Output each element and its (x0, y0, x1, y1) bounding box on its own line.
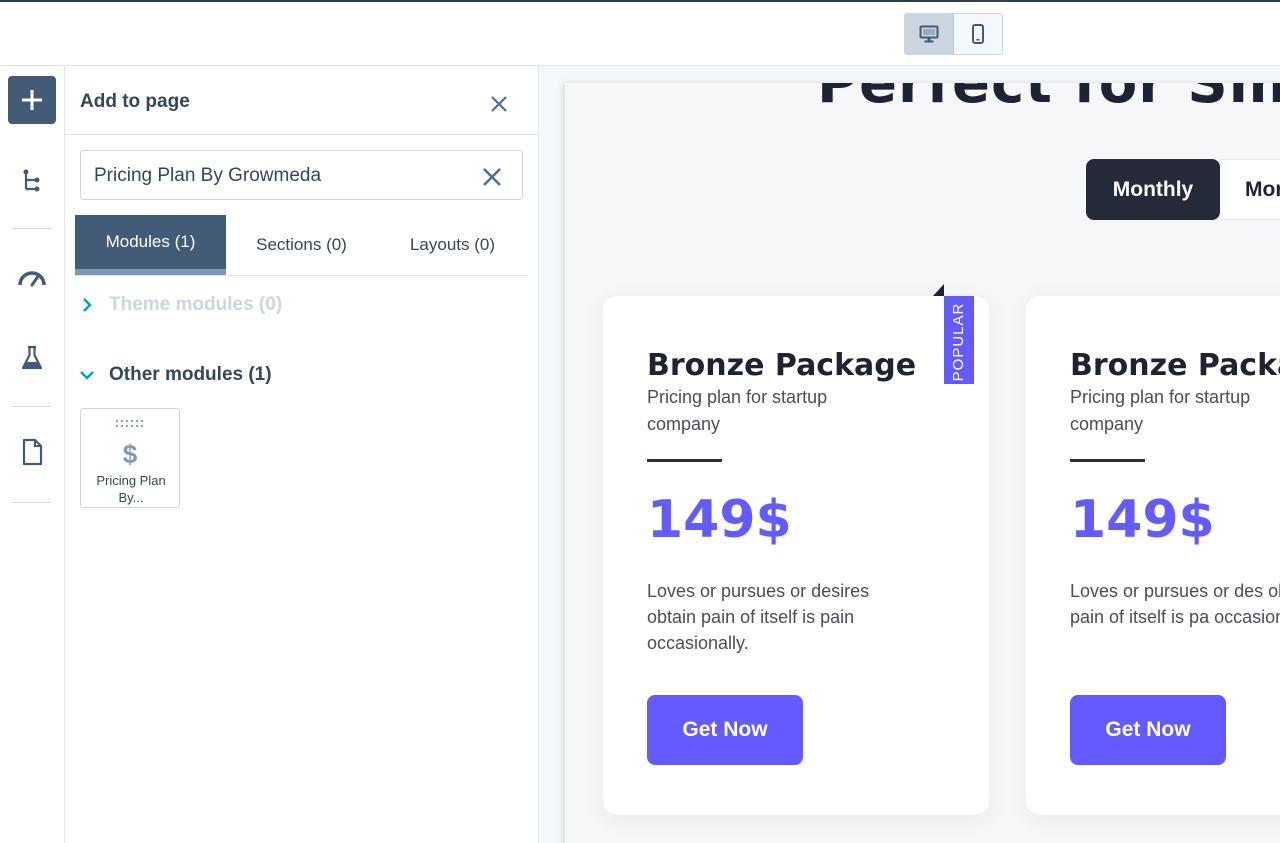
card-subtitle: Pricing plan for startup company (647, 387, 828, 434)
pricing-card: Bronze Packag Pricing plan for startup c… (1026, 296, 1280, 815)
left-rail (0, 66, 65, 843)
panel-header: Add to page (65, 66, 539, 135)
card-divider (647, 459, 722, 462)
add-icon (22, 90, 42, 110)
tab-label: Modules (1) (105, 232, 196, 251)
card-title: Bronze Packag (1070, 348, 1280, 383)
flask-icon (21, 345, 43, 370)
module-card-pricing-plan[interactable]: $ Pricing Plan By... (80, 408, 180, 508)
preview-canvas: Perfect for Small a Monthly Mor POPULAR … (540, 66, 1280, 843)
clear-search-icon[interactable] (481, 166, 503, 188)
tree-icon (23, 169, 40, 192)
second-toggle-button[interactable]: Mor (1220, 159, 1280, 220)
theme-modules-group[interactable]: Theme modules (0) (78, 294, 282, 316)
add-button[interactable] (8, 76, 56, 124)
module-name: Pricing Plan By... (96, 473, 166, 505)
search-value: Pricing Plan By Growmeda (94, 165, 322, 186)
card-description: Loves or pursues or desires obtain pain … (647, 581, 870, 653)
pricing-card: POPULAR Bronze Package Pricing plan for … (603, 284, 989, 815)
desktop-icon (919, 25, 939, 43)
preview-page: Perfect for Small a Monthly Mor POPULAR … (565, 83, 1280, 843)
monthly-toggle-button[interactable]: Monthly (1086, 159, 1220, 220)
card-title: Bronze Package (647, 348, 917, 383)
panel-tabs: Modules (1) Sections (0) Layouts (0) (75, 215, 528, 276)
speedometer-icon (18, 271, 46, 287)
search-input[interactable]: Pricing Plan By Growmeda (80, 150, 523, 200)
optimize-button[interactable] (16, 261, 48, 293)
layers-tree-button[interactable] (16, 164, 48, 196)
desktop-preview-button[interactable] (905, 14, 954, 54)
test-button[interactable] (16, 342, 48, 374)
tab-sections[interactable]: Sections (0) (226, 215, 377, 275)
add-to-page-panel: Add to page Pricing Plan By Growmeda Mod… (65, 66, 539, 843)
page-settings-button[interactable] (16, 436, 48, 468)
group-label: Theme modules (0) (109, 294, 283, 315)
tab-label: Layouts (0) (409, 235, 496, 254)
top-toolbar (0, 0, 1280, 66)
device-preview-toggle (904, 13, 1003, 55)
dollar-icon: $ (122, 439, 138, 469)
mobile-icon (971, 24, 984, 44)
file-icon (22, 438, 43, 466)
card-divider (1070, 459, 1145, 462)
card-price: 149$ (1070, 490, 1215, 550)
close-icon[interactable] (488, 93, 510, 115)
card-description: Loves or pursues or des obtain pain of i… (1070, 581, 1280, 627)
tab-label: Sections (0) (256, 235, 347, 254)
mobile-preview-button[interactable] (954, 14, 1003, 54)
chevron-right-icon (83, 298, 92, 312)
group-label: Other modules (1) (109, 364, 272, 385)
panel-title: Add to page (80, 91, 190, 112)
get-now-button[interactable]: Get Now (647, 695, 803, 765)
rail-divider (13, 228, 51, 229)
tab-modules[interactable]: Modules (1) (75, 215, 226, 275)
section-heading: Perfect for Small a (817, 83, 1280, 116)
drag-handle-icon[interactable] (115, 419, 147, 429)
rail-divider (13, 502, 51, 503)
ribbon-fold (933, 284, 944, 296)
other-modules-group[interactable]: Other modules (1) (78, 364, 272, 386)
tab-layouts[interactable]: Layouts (0) (377, 215, 528, 275)
card-subtitle: Pricing plan for startup company (1070, 387, 1251, 434)
card-price: 149$ (647, 490, 792, 550)
popular-badge: POPULAR (950, 302, 967, 382)
chevron-down-icon (80, 371, 94, 380)
billing-toggle: Monthly Mor (1086, 159, 1280, 220)
rail-divider (13, 406, 51, 407)
get-now-button[interactable]: Get Now (1070, 695, 1226, 765)
